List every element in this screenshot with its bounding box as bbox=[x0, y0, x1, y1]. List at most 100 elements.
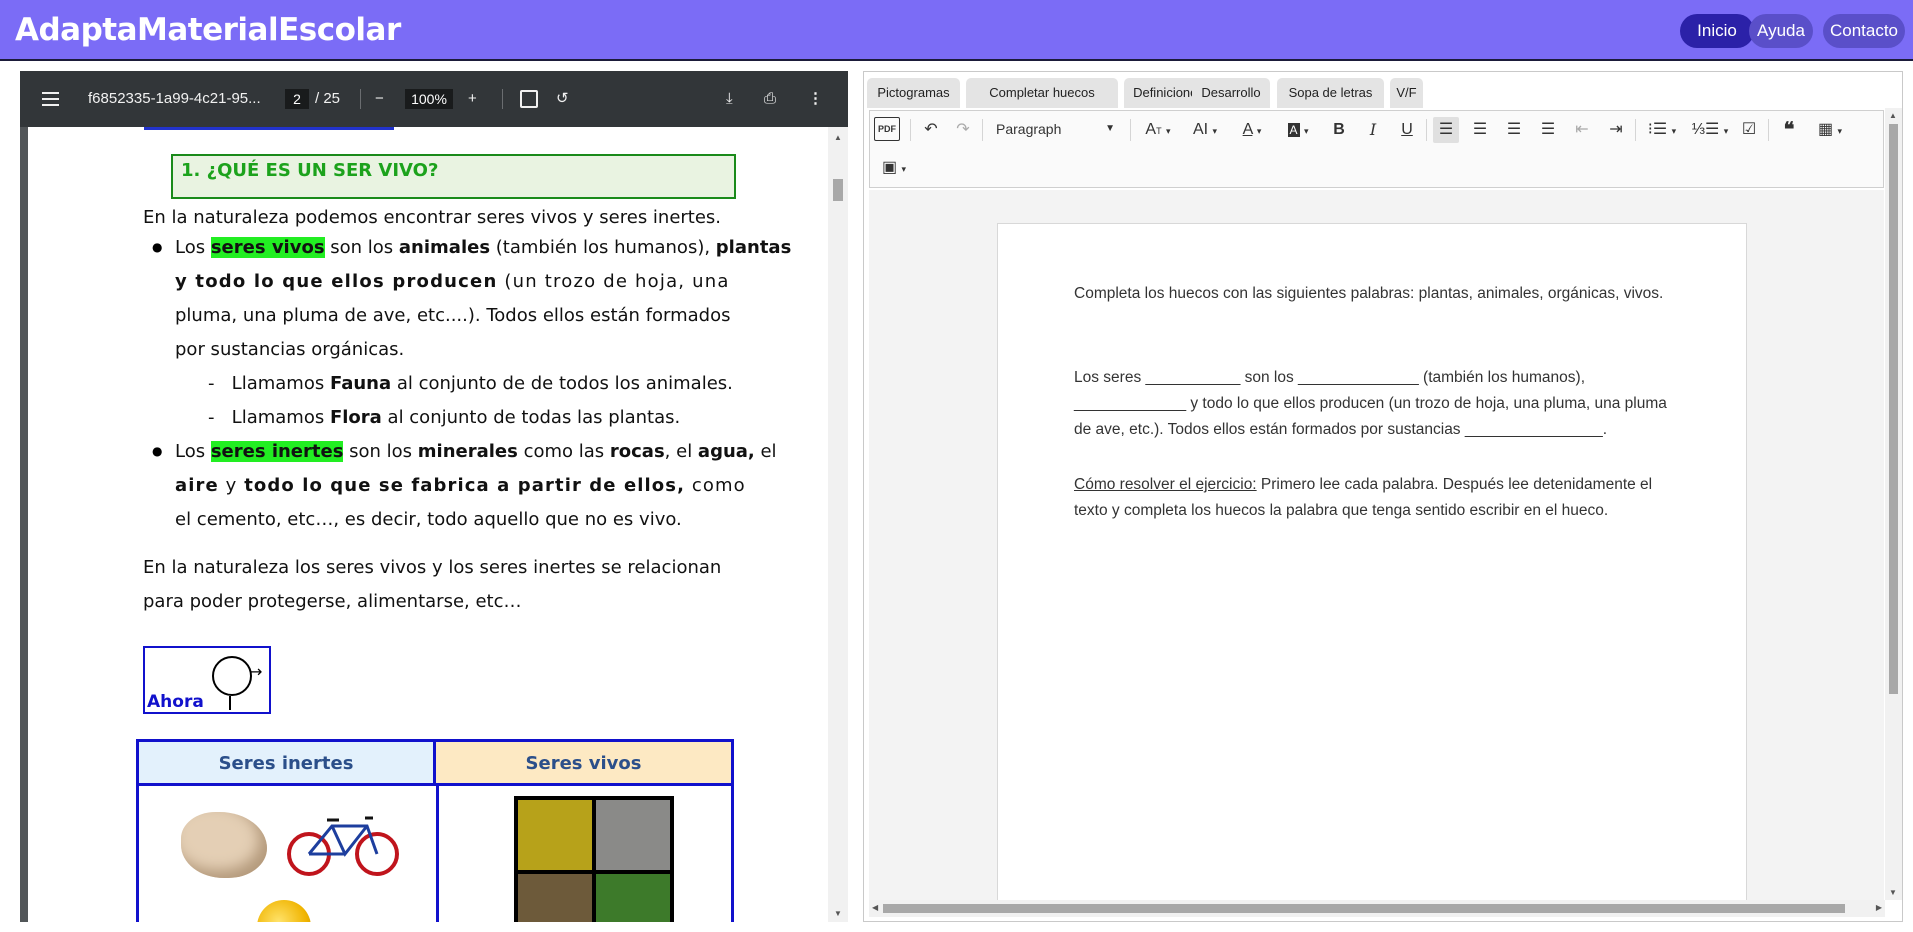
italic-icon[interactable]: I bbox=[1360, 117, 1386, 143]
underline-icon[interactable]: U bbox=[1394, 117, 1420, 143]
pdf-page: 1. ¿QUÉ ES UN SER VIVO? En la naturaleza… bbox=[28, 127, 828, 922]
nav-inicio-button[interactable]: Inicio bbox=[1680, 14, 1754, 48]
bicycle-image bbox=[287, 816, 399, 876]
pdf-filename: f6852335-1a99-4c21-95... bbox=[88, 90, 261, 107]
exercise-editor-panel: Pictogramas Completar huecos Definicione… bbox=[863, 71, 1903, 922]
scrollbar-thumb[interactable] bbox=[883, 904, 1845, 913]
ball-image bbox=[257, 900, 311, 922]
bullet-dot: ● bbox=[152, 444, 163, 458]
toolbar-divider bbox=[910, 119, 911, 141]
bullet-dot: ● bbox=[152, 240, 163, 254]
top-navbar: AdaptaMaterialEscolar Inicio Ayuda Conta… bbox=[0, 0, 1913, 61]
instruction-text[interactable]: Completa los huecos con las siguientes p… bbox=[1074, 281, 1674, 307]
pdf-scrollbar[interactable]: ▲ ▼ bbox=[828, 127, 848, 922]
bullet2-line1: Los seres inertes son los minerales como… bbox=[175, 441, 777, 462]
nav-ayuda-button[interactable]: Ayuda bbox=[1749, 14, 1813, 48]
scroll-up-arrow[interactable]: ▲ bbox=[834, 133, 842, 142]
scroll-left-arrow[interactable]: ◀ bbox=[872, 903, 878, 912]
tab-verdadero-falso[interactable]: V/F bbox=[1390, 78, 1423, 108]
background-color-icon[interactable]: A ▾ bbox=[1278, 117, 1318, 143]
toolbar-divider bbox=[982, 119, 983, 141]
tab-sopa-de-letras[interactable]: Sopa de letras bbox=[1277, 78, 1384, 108]
pdf-toolbar: f6852335-1a99-4c21-95... 2 / 25 − 100% +… bbox=[20, 71, 848, 127]
pictogram-line bbox=[229, 696, 231, 710]
menu-icon[interactable] bbox=[42, 92, 59, 106]
numbered-list-icon[interactable]: ⅓☰ ▾ bbox=[1690, 117, 1730, 143]
align-justify-icon[interactable]: ☰ bbox=[1535, 117, 1561, 143]
font-color-icon[interactable]: A ▾ bbox=[1232, 117, 1272, 143]
rock-image bbox=[181, 812, 267, 878]
editor-horizontal-scrollbar[interactable]: ◀ ▶ bbox=[869, 900, 1885, 917]
howto-paragraph[interactable]: Cómo resolver el ejercicio: Primero lee … bbox=[1074, 472, 1674, 524]
paragraph2-line2: para poder protegerse, alimentarse, etc… bbox=[143, 591, 522, 612]
brand-logo-text[interactable]: AdaptaMaterialEscolar bbox=[15, 12, 401, 48]
align-center-icon[interactable]: ☰ bbox=[1467, 117, 1493, 143]
rotate-icon[interactable]: ↺ bbox=[556, 71, 569, 127]
scroll-down-arrow[interactable]: ▼ bbox=[1889, 888, 1897, 897]
scroll-up-arrow[interactable]: ▲ bbox=[1889, 111, 1897, 120]
more-icon[interactable]: ⋮ bbox=[808, 71, 823, 127]
document-page[interactable]: Completa los huecos con las siguientes p… bbox=[997, 223, 1747, 900]
toolbar-divider bbox=[1426, 119, 1427, 141]
sub-item-flora: - Llamamos Flora al conjunto de todas la… bbox=[208, 407, 681, 428]
todo-list-icon[interactable]: ☑ bbox=[1736, 117, 1762, 143]
highlight-seres-vivos: seres vivos bbox=[210, 237, 325, 258]
toolbar-divider bbox=[502, 89, 503, 109]
font-family-icon[interactable]: AI ▾ bbox=[1185, 117, 1225, 143]
fit-page-icon[interactable] bbox=[520, 90, 538, 108]
tab-completar-huecos[interactable]: Completar huecos bbox=[966, 78, 1118, 108]
editor-vertical-scrollbar[interactable]: ▲ ▼ bbox=[1885, 108, 1902, 900]
bold-icon[interactable]: B bbox=[1326, 117, 1352, 143]
paragraph-style-dropdown[interactable]: Paragraph ▼ bbox=[991, 115, 1121, 143]
pdf-page-area[interactable]: 1. ¿QUÉ ES UN SER VIVO? En la naturaleza… bbox=[28, 127, 828, 922]
exercise-tabs: Pictogramas Completar huecos Definicione… bbox=[864, 72, 1904, 108]
howto-label: Cómo resolver el ejercicio: bbox=[1074, 476, 1257, 493]
table-divider bbox=[436, 786, 439, 922]
section-heading: 1. ¿QUÉ ES UN SER VIVO? bbox=[171, 154, 736, 199]
exercise-text[interactable]: Los seres ___________ son los __________… bbox=[1074, 365, 1674, 443]
toolbar-divider bbox=[1768, 119, 1769, 141]
tab-desarrollo[interactable]: Desarrollo bbox=[1192, 78, 1270, 108]
scroll-right-arrow[interactable]: ▶ bbox=[1876, 903, 1882, 912]
nav-contacto-button[interactable]: Contacto bbox=[1823, 14, 1905, 48]
font-size-icon[interactable]: AT ▾ bbox=[1138, 117, 1178, 143]
table-icon[interactable]: ▦ ▾ bbox=[1810, 117, 1850, 143]
bullet1-line1: Los seres vivos son los animales (tambié… bbox=[175, 237, 792, 258]
align-right-icon[interactable]: ☰ bbox=[1501, 117, 1527, 143]
toolbar-divider bbox=[360, 89, 361, 109]
blockquote-icon[interactable]: ❝ bbox=[1776, 117, 1802, 143]
download-icon[interactable]: ⤓ bbox=[726, 71, 733, 127]
living-beings-photo-collage bbox=[514, 796, 674, 922]
toolbar-divider bbox=[1130, 119, 1131, 141]
scroll-down-arrow[interactable]: ▼ bbox=[834, 909, 842, 918]
zoom-level-input[interactable]: 100% bbox=[405, 89, 453, 109]
scrollbar-thumb[interactable] bbox=[1889, 124, 1898, 694]
paragraph2-line1: En la naturaleza los seres vivos y los s… bbox=[143, 557, 722, 578]
photo-fern bbox=[596, 874, 670, 922]
outdent-icon[interactable]: ⇤ bbox=[1569, 117, 1595, 143]
tab-pictogramas[interactable]: Pictogramas bbox=[867, 78, 960, 108]
pdf-viewer: f6852335-1a99-4c21-95... 2 / 25 − 100% +… bbox=[20, 71, 848, 922]
print-icon[interactable]: ⎙ bbox=[764, 71, 776, 127]
scrollbar-thumb[interactable] bbox=[833, 179, 843, 201]
image-icon[interactable]: ▣ ▾ bbox=[874, 155, 914, 181]
sub-item-fauna: - Llamamos Fauna al conjunto de de todos… bbox=[208, 373, 733, 394]
editor-toolbar: PDF ↶ ↷ Paragraph ▼ AT ▾ AI ▾ A ▾ A ▾ B I… bbox=[869, 110, 1884, 188]
editor-canvas[interactable]: Completa los huecos con las siguientes p… bbox=[869, 190, 1884, 900]
redo-icon[interactable]: ↷ bbox=[950, 117, 976, 143]
chevron-down-icon: ▼ bbox=[1105, 123, 1115, 134]
photo-spider bbox=[518, 874, 592, 922]
photo-flowers bbox=[518, 800, 592, 870]
arrow-icon: → bbox=[249, 662, 263, 681]
indent-icon[interactable]: ⇥ bbox=[1603, 117, 1629, 143]
paragraph-style-value: Paragraph bbox=[996, 121, 1062, 137]
zoom-in-icon[interactable]: + bbox=[468, 71, 477, 127]
undo-icon[interactable]: ↶ bbox=[918, 117, 944, 143]
export-pdf-icon[interactable]: PDF bbox=[874, 117, 900, 141]
toolbar-divider bbox=[1635, 119, 1636, 141]
align-left-icon[interactable]: ☰ bbox=[1433, 117, 1459, 143]
bulleted-list-icon[interactable]: ⁝☰ ▾ bbox=[1642, 117, 1682, 143]
page-number-input[interactable]: 2 bbox=[285, 89, 309, 109]
bullet1-line4: por sustancias orgánicas. bbox=[175, 339, 405, 360]
zoom-out-icon[interactable]: − bbox=[375, 71, 384, 127]
